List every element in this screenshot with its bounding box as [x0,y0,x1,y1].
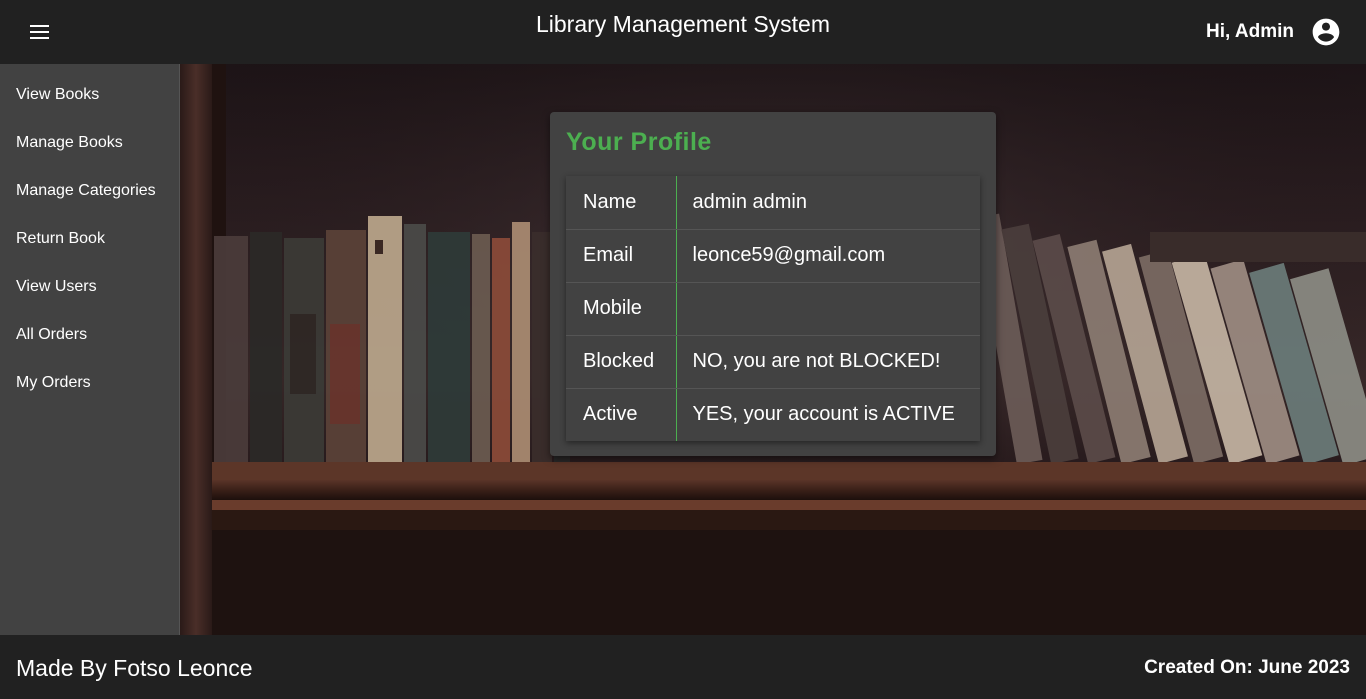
active-value: YES, your account is ACTIVE [692,403,955,426]
active-label: Active [566,388,677,441]
blocked-label: Blocked [566,335,677,389]
table-row: Blocked NO, you are not BLOCKED! [566,335,980,389]
table-row: Name admin admin [566,176,980,230]
sidebar-item-all-orders[interactable]: All Orders [0,304,179,352]
sidebar-item-manage-books[interactable]: Manage Books [0,112,179,160]
profile-table: Name admin admin Email leonce59@gmail.co… [566,176,980,441]
mobile-label: Mobile [566,282,677,336]
email-label: Email [566,229,677,283]
profile-card: Your Profile Name admin admin Email leon… [550,112,996,456]
mobile-value [676,282,980,336]
table-row: Mobile [566,282,980,336]
email-value: leonce59@gmail.com [676,229,980,283]
profile-title: Your Profile [566,128,712,156]
user-greeting: Hi, Admin [1206,21,1294,42]
sidebar: View Books Manage Books Manage Categorie… [0,64,180,635]
app-title: Library Management System [535,11,830,37]
name-value: admin admin [676,176,980,230]
blocked-value: NO, you are not BLOCKED! [676,335,980,389]
sidebar-item-manage-categories[interactable]: Manage Categories [0,160,179,208]
sidebar-item-return-book[interactable]: Return Book [0,208,179,256]
table-row: Email leonce59@gmail.com [566,229,980,283]
footer: Made By Fotso Leonce Created On: June 20… [0,635,1366,699]
sidebar-item-my-orders[interactable]: My Orders [0,352,179,400]
main-content: Your Profile Name admin admin Email leon… [180,64,1366,635]
sidebar-item-view-users[interactable]: View Users [0,256,179,304]
sidebar-item-view-books[interactable]: View Books [0,64,179,112]
footer-created-date: Created On: June 2023 [1144,657,1350,678]
account-circle-icon[interactable] [1310,16,1342,48]
app-bar: Library Management System Hi, Admin [0,0,1366,64]
name-label: Name [566,176,677,230]
table-row: Active YES, your account is ACTIVE [566,388,980,441]
footer-credits: Made By Fotso Leonce [16,655,253,681]
